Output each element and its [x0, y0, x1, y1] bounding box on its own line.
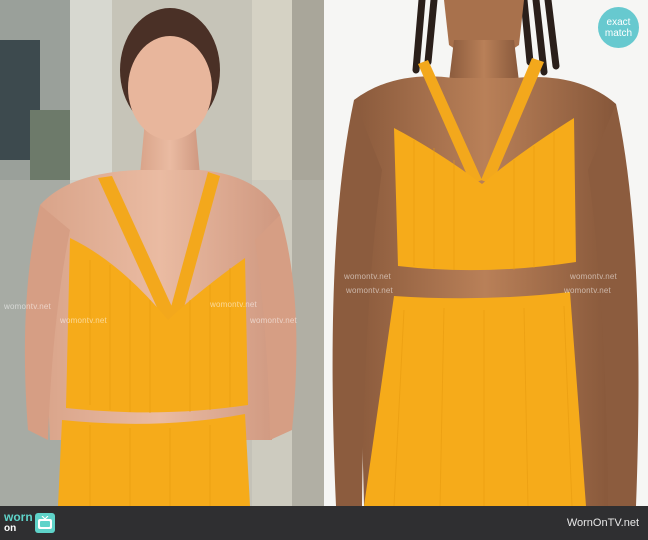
exact-match-badge: exact match	[598, 7, 639, 48]
worn-on-tv-logo[interactable]: worn on	[4, 509, 55, 537]
logo-word-worn: worn	[4, 510, 33, 524]
badge-line-1: exact	[606, 16, 631, 28]
product-photo: womontv.net womontv.net womontv.net womo…	[324, 0, 648, 506]
show-still-illustration	[0, 0, 324, 506]
tv-icon	[34, 513, 55, 533]
product-photo-illustration	[324, 0, 648, 506]
stage: womontv.net womontv.net womontv.net womo…	[0, 0, 648, 540]
logo-wordmark: worn on	[4, 510, 33, 534]
site-name[interactable]: WornOnTV.net	[567, 517, 639, 529]
footer-bar: worn on WornOnTV.net	[0, 506, 648, 540]
logo-word-on: on	[4, 523, 17, 534]
show-still-photo: womontv.net womontv.net womontv.net womo…	[0, 0, 324, 506]
badge-line-2: match	[604, 27, 633, 39]
